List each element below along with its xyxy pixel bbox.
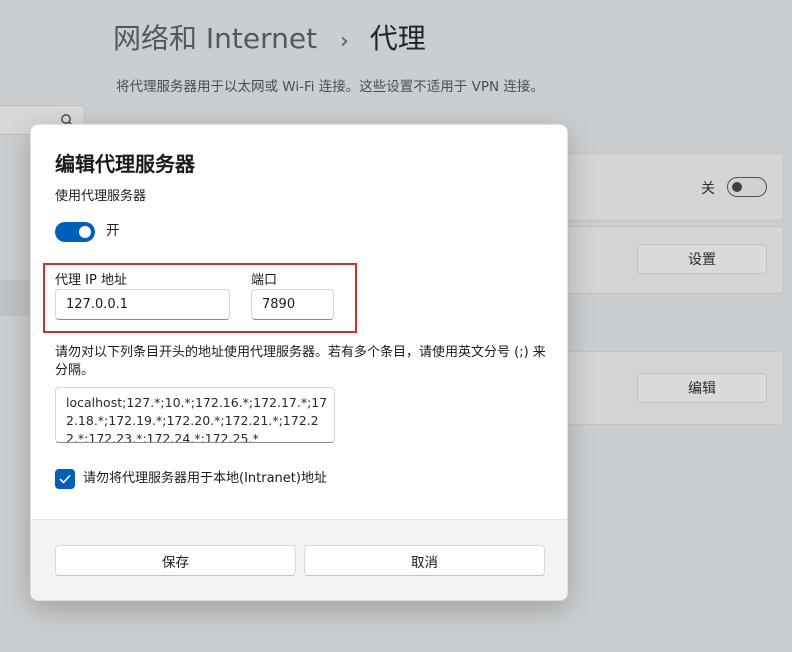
- save-button[interactable]: 保存: [55, 545, 296, 576]
- nav-item-selected[interactable]: [0, 280, 30, 316]
- setup-script-button[interactable]: 设置: [637, 244, 767, 274]
- toggle-knob: [732, 182, 742, 192]
- use-proxy-label: 使用代理服务器: [55, 189, 147, 204]
- breadcrumb-parent[interactable]: 网络和 Internet: [113, 22, 317, 55]
- exceptions-text: localhost;127.*;10.*;172.16.*;172.17.*;1…: [66, 395, 328, 443]
- page-description: 将代理服务器用于以太网或 Wi-Fi 连接。这些设置不适用于 VPN 连接。: [116, 79, 544, 95]
- exceptions-textarea[interactable]: localhost;127.*;10.*;172.16.*;172.17.*;1…: [55, 387, 335, 443]
- dialog-footer: 保存 取消: [31, 519, 567, 600]
- exceptions-description: 请勿对以下列条目开头的地址使用代理服务器。若有多个条目，请使用英文分号 (;) …: [55, 345, 546, 378]
- proxy-ip-label: 代理 IP 地址: [55, 273, 127, 288]
- cancel-button[interactable]: 取消: [304, 545, 545, 576]
- page-title: 网络和 Internet › 代理: [113, 20, 426, 61]
- auto-detect-toggle-label: 关: [701, 181, 715, 197]
- breadcrumb-current: 代理: [369, 22, 426, 55]
- bypass-local-checkbox[interactable]: [55, 469, 75, 489]
- use-proxy-toggle[interactable]: [55, 222, 95, 242]
- bypass-local-label: 请勿将代理服务器用于本地(Intranet)地址: [83, 471, 327, 486]
- use-proxy-state-label: 开: [106, 223, 120, 239]
- dialog-title: 编辑代理服务器: [55, 152, 195, 176]
- toggle-knob: [79, 226, 91, 238]
- manual-proxy-edit-button[interactable]: 编辑: [637, 373, 767, 403]
- auto-detect-toggle[interactable]: [727, 177, 767, 197]
- edit-proxy-dialog: 编辑代理服务器 使用代理服务器 开 代理 IP 地址 127.0.0.1 端口 …: [30, 124, 568, 601]
- proxy-ip-input[interactable]: 127.0.0.1: [55, 289, 230, 320]
- breadcrumb-separator: ›: [340, 29, 349, 54]
- port-label: 端口: [251, 273, 278, 288]
- checkmark-icon: [59, 474, 71, 484]
- port-input[interactable]: 7890: [251, 289, 334, 320]
